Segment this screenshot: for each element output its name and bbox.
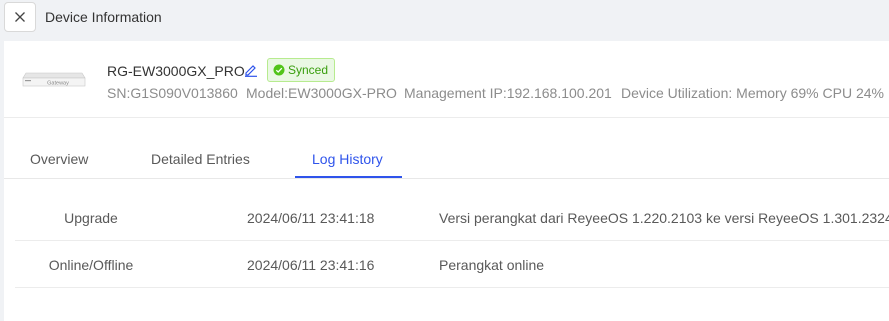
device-utilization: Device Utilization: Memory 69% CPU 24% [621,85,884,101]
tab-detailed-entries[interactable]: Detailed Entries [151,151,250,167]
device-model: Model:EW3000GX-PRO [246,85,397,101]
device-management-ip: Management IP:192.168.100.201 [404,85,612,101]
status-badge: Synced [267,58,336,82]
log-description: Versi perangkat dari ReyeeOS 1.220.2103 … [439,210,889,226]
status-badge-label: Synced [288,63,329,77]
device-sn: SN:G1S090V013860 [107,85,238,101]
tab-bar: Overview Detailed Entries Log History [4,138,889,179]
check-circle-icon [273,64,285,76]
device-name: RG-EW3000GX_PRO [107,63,245,79]
log-row: Upgrade 2024/06/11 23:41:18 Versi perang… [15,194,889,241]
log-type: Upgrade [64,210,118,226]
close-button[interactable] [4,2,36,32]
active-tab-indicator [295,176,402,178]
page-title: Device Information [45,9,162,25]
device-image-label: Gateway [47,81,69,87]
log-type: Online/Offline [48,257,134,273]
close-icon [15,12,25,22]
edit-icon[interactable] [244,63,258,77]
tab-log-history[interactable]: Log History [312,151,383,167]
log-description: Perangkat online [439,257,545,273]
top-bar: Device Information [0,0,889,41]
gateway-device-image: Gateway [22,72,86,87]
log-time: 2024/06/11 23:41:16 [247,257,375,273]
tab-overview[interactable]: Overview [30,151,88,167]
device-card: Gateway RG-EW3000GX_PRO Synced SN:G1S090… [4,41,889,321]
log-row: Online/Offline 2024/06/11 23:41:16 Peran… [15,241,889,288]
log-time: 2024/06/11 23:41:18 [247,210,375,226]
header-divider [4,117,889,118]
